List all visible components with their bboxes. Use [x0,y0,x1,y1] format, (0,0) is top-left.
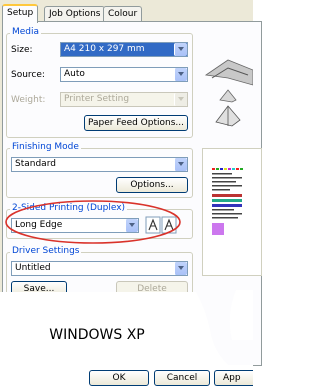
size-dropdown[interactable]: A4 210 x 297 mm [60,42,188,57]
weight-dropdown[interactable]: Printer Setting [60,92,188,107]
finishing-value: Standard [15,159,56,169]
apply-button[interactable]: App [214,370,253,386]
driver-legend: Driver Settings [10,246,82,256]
source-dropdown[interactable]: Auto [60,67,188,82]
ok-button[interactable]: OK [89,370,149,386]
tab-job-options[interactable]: Job Options [44,6,106,22]
tab-colour[interactable]: Colour [103,6,143,22]
os-caption: WINDOWS XP [49,327,145,343]
finishing-legend: Finishing Mode [10,142,81,152]
tab-job-options-label: Job Options [49,9,101,19]
paper-feed-options-button[interactable]: Paper Feed Options... [84,115,188,131]
size-value: A4 210 x 297 mm [64,44,145,54]
source-value: Auto [64,69,85,79]
finishing-dropdown[interactable]: Standard [11,157,188,172]
chevron-down-icon[interactable] [174,68,187,81]
media-legend: Media [10,27,42,37]
weight-value: Printer Setting [64,94,130,104]
source-label: Source: [11,70,45,80]
chevron-down-icon [174,93,187,106]
tab-setup-label: Setup [7,8,34,18]
weight-label: Weight: [11,95,46,105]
size-label: Size: [11,45,33,55]
printer-illustration [204,59,253,127]
duplex-highlight-ellipse [5,200,181,244]
finishing-options-button[interactable]: Options... [116,177,188,193]
chevron-down-icon[interactable] [174,43,187,56]
page-preview-content [212,168,243,235]
tab-setup[interactable]: Setup [2,4,39,23]
chevron-down-icon[interactable] [174,158,187,171]
tab-colour-label: Colour [108,9,138,19]
cancel-button[interactable]: Cancel [154,370,210,386]
